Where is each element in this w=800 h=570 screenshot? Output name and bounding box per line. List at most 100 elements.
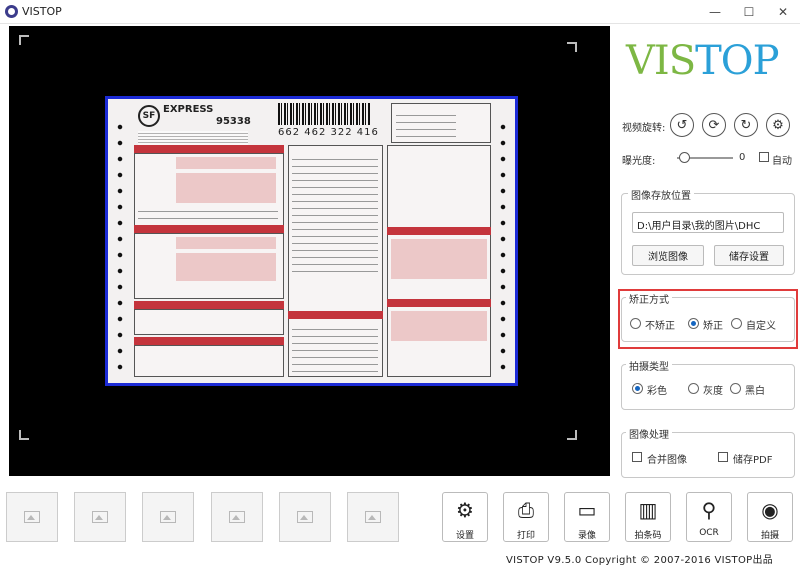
exposure-value: 0 <box>739 152 746 163</box>
service-lines <box>292 153 378 273</box>
barcode-button[interactable]: ▥ 拍条码 <box>625 492 671 542</box>
image-placeholder-icon <box>365 511 381 523</box>
thumbnail-5[interactable] <box>279 492 331 542</box>
radio-black-white[interactable] <box>730 383 741 394</box>
rotate-left-button[interactable]: ↺ <box>670 113 694 137</box>
rotation-label: 视频旋转: <box>622 123 666 134</box>
sender-lines <box>138 205 278 225</box>
scanned-document: SF EXPRESS 95338 662 462 322 416 <box>105 96 518 386</box>
shipment-section <box>134 309 284 335</box>
image-placeholder-icon <box>229 511 245 523</box>
print-button[interactable]: ⎙ 打印 <box>503 492 549 542</box>
feed-holes-right <box>499 119 507 379</box>
signature-field <box>391 239 487 279</box>
printer-icon: ⎙ <box>518 498 534 522</box>
window-title: VISTOP <box>22 5 62 18</box>
camera-icon: ◉ <box>761 498 779 522</box>
sender-address-field <box>176 173 276 203</box>
browse-images-button[interactable]: 浏览图像 <box>632 245 704 266</box>
rotate-right-icon: ↻ <box>740 117 752 133</box>
storage-path-input[interactable]: D:\用户目录\我的图片\DHC <box>632 212 784 233</box>
barcode-button-label: 拍条码 <box>634 531 662 541</box>
exposure-slider-knob[interactable] <box>679 152 690 163</box>
signature-header-bar <box>387 227 491 235</box>
merge-images-checkbox[interactable] <box>632 452 642 462</box>
thumbnail-6[interactable] <box>347 492 399 542</box>
thumbnail-3[interactable] <box>142 492 194 542</box>
feed-holes-left <box>116 119 124 379</box>
sf-logo: SF <box>138 105 160 127</box>
camera-settings-button[interactable]: ⚙ <box>766 113 790 137</box>
weight-section <box>134 345 284 377</box>
charge-lines <box>292 323 378 373</box>
grayscale-label: 灰度 <box>703 386 723 397</box>
remarks-field <box>391 311 487 341</box>
print-button-label: 打印 <box>516 531 535 541</box>
black-white-label: 黑白 <box>745 386 765 397</box>
sender-name-field <box>176 157 276 169</box>
capture-type-group-title: 拍摄类型 <box>626 358 672 373</box>
image-placeholder-icon <box>160 511 176 523</box>
radio-color[interactable] <box>632 383 643 394</box>
rotate-left-icon: ↺ <box>676 117 688 133</box>
recipient-header-bar <box>134 225 284 233</box>
radio-grayscale[interactable] <box>688 383 699 394</box>
auto-exposure-checkbox[interactable] <box>759 152 769 162</box>
copyright-text: VISTOP V9.5.0 Copyright © 2007-2016 VIST… <box>506 555 774 566</box>
rotate-right-button[interactable]: ↻ <box>734 113 758 137</box>
minimize-button[interactable]: — <box>698 0 732 24</box>
record-button-label: 录像 <box>577 531 596 541</box>
thumbnail-1[interactable] <box>6 492 58 542</box>
rotate-reset-icon: ⟳ <box>708 117 720 133</box>
merge-images-label: 合并图像 <box>647 455 687 466</box>
magnifier-icon: ⚲ <box>701 498 717 522</box>
express-text: EXPRESS <box>163 104 214 115</box>
settings-icon: ⚙ <box>772 117 784 133</box>
image-placeholder-icon <box>297 511 313 523</box>
thumbnail-4[interactable] <box>211 492 263 542</box>
tracking-number: 662 462 322 416 <box>278 127 379 138</box>
save-settings-button[interactable]: 储存设置 <box>714 245 784 266</box>
settings-button[interactable]: ⚙ 设置 <box>442 492 488 542</box>
weight-header-bar <box>134 337 284 345</box>
close-button[interactable]: ✕ <box>766 0 800 24</box>
color-label: 彩色 <box>647 386 667 397</box>
payment-lines <box>396 109 456 139</box>
thumbnail-2[interactable] <box>74 492 126 542</box>
auto-exposure-label: 自动 <box>772 156 792 167</box>
shipment-header-bar <box>134 301 284 309</box>
crop-corner-bottom-left <box>19 430 29 440</box>
correction-highlight-box <box>618 289 798 349</box>
vistop-logo: VISTOP <box>626 38 779 84</box>
charge-header-bar <box>288 311 383 319</box>
crop-corner-top-left <box>19 35 29 45</box>
crop-corner-top-right <box>567 42 577 52</box>
hotline-text: 95338 <box>216 116 251 127</box>
sender-header-bar <box>134 145 284 153</box>
record-button[interactable]: ▭ 录像 <box>564 492 610 542</box>
image-placeholder-icon <box>24 511 40 523</box>
ocr-button-label: OCR <box>699 528 719 538</box>
address-text-lines <box>138 131 248 145</box>
remarks-header-bar <box>387 299 491 307</box>
image-processing-group-title: 图像处理 <box>626 426 672 441</box>
recipient-address-field <box>176 253 276 281</box>
shipping-barcode <box>278 103 370 125</box>
settings-button-label: 设置 <box>455 531 474 541</box>
capture-button-label: 拍摄 <box>760 531 779 541</box>
storage-group-title: 图像存放位置 <box>628 187 694 202</box>
maximize-button[interactable]: ☐ <box>732 0 766 24</box>
title-bar: VISTOP — ☐ ✕ <box>0 0 800 24</box>
crop-corner-bottom-right <box>567 430 577 440</box>
save-pdf-checkbox[interactable] <box>718 452 728 462</box>
image-placeholder-icon <box>92 511 108 523</box>
rotate-reset-button[interactable]: ⟳ <box>702 113 726 137</box>
exposure-label: 曝光度: <box>622 156 656 167</box>
save-pdf-label: 储存PDF <box>733 455 773 466</box>
capture-button[interactable]: ◉ 拍摄 <box>747 492 793 542</box>
barcode-icon: ▥ <box>638 498 658 522</box>
app-icon <box>5 5 18 18</box>
gear-icon: ⚙ <box>456 498 474 522</box>
video-camera-icon: ▭ <box>577 498 597 522</box>
ocr-button[interactable]: ⚲ OCR <box>686 492 732 542</box>
